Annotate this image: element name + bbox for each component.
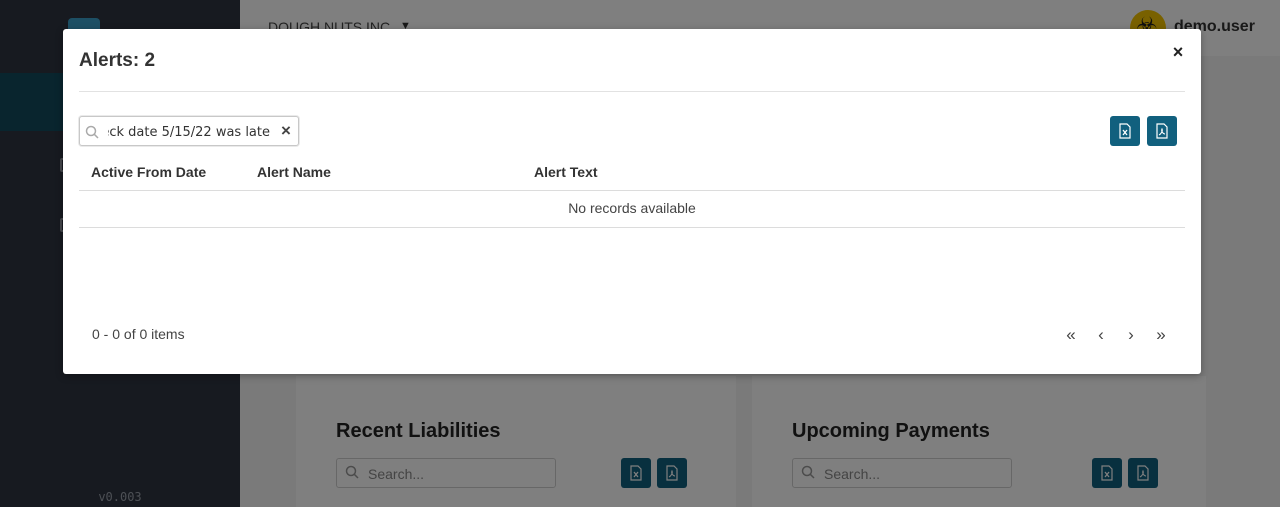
export-pdf-button[interactable] bbox=[1147, 116, 1177, 146]
excel-icon bbox=[1119, 123, 1131, 139]
grid-header: Active From Date Alert Name Alert Text bbox=[79, 153, 1185, 191]
dialog-title: Alerts: 2 bbox=[79, 50, 156, 71]
previous-page-icon[interactable]: ‹ bbox=[1090, 325, 1112, 345]
column-header-alert-text[interactable]: Alert Text bbox=[534, 164, 598, 180]
pager-info: 0 - 0 of 0 items bbox=[92, 326, 185, 342]
clear-search-icon[interactable]: × bbox=[277, 121, 295, 141]
first-page-icon[interactable]: « bbox=[1060, 325, 1082, 345]
divider bbox=[79, 91, 1185, 92]
alerts-dialog: Alerts: 2 × × Active From Date Alert Nam… bbox=[63, 29, 1201, 374]
search-icon bbox=[85, 125, 99, 139]
grid-empty-message: No records available bbox=[79, 191, 1185, 228]
last-page-icon[interactable]: » bbox=[1150, 325, 1172, 345]
pdf-icon bbox=[1156, 123, 1168, 139]
alert-search-box: × bbox=[79, 116, 299, 146]
column-header-active-from-date[interactable]: Active From Date bbox=[91, 164, 206, 180]
close-icon[interactable]: × bbox=[1169, 43, 1187, 61]
column-header-alert-name[interactable]: Alert Name bbox=[257, 164, 331, 180]
export-excel-button[interactable] bbox=[1110, 116, 1140, 146]
search-input[interactable] bbox=[108, 122, 270, 142]
next-page-icon[interactable]: › bbox=[1120, 325, 1142, 345]
